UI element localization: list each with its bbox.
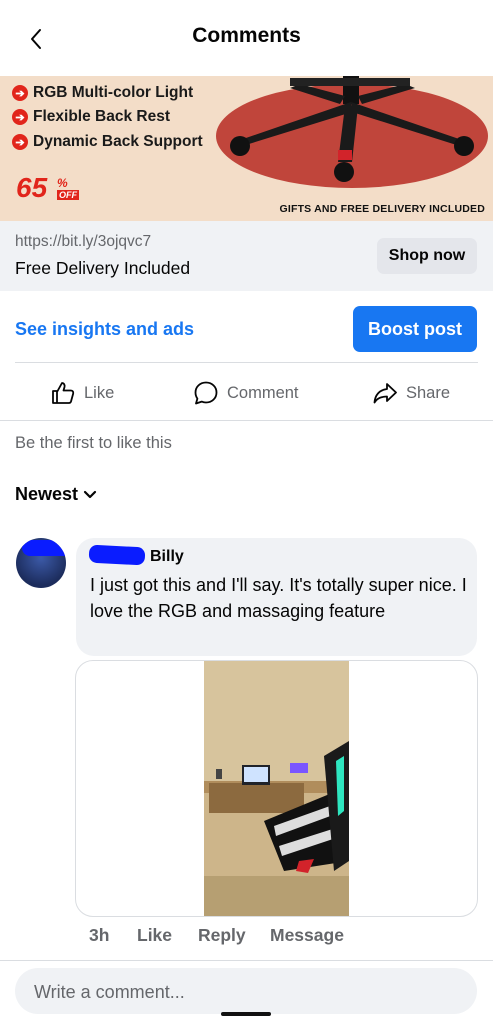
divider — [0, 960, 493, 961]
arrow-right-icon: ➔ — [12, 85, 28, 101]
see-insights-link[interactable]: See insights and ads — [15, 319, 194, 340]
room-photo-image — [204, 661, 349, 916]
redaction-scribble — [88, 544, 146, 566]
comment-text: I just got this and I'll say. It's total… — [90, 575, 467, 621]
ad-feature-2: ➔ Flexible Back Rest — [12, 108, 170, 126]
thumbs-up-icon — [52, 382, 75, 404]
comment-button[interactable]: Comment — [193, 378, 299, 408]
page-title: Comments — [192, 24, 301, 47]
ad-feature-3: ➔ Dynamic Back Support — [12, 133, 203, 151]
comment-input[interactable] — [32, 968, 456, 1016]
comment-time: 3h — [89, 925, 110, 945]
home-indicator — [221, 1012, 271, 1016]
shop-now-button[interactable]: Shop now — [377, 238, 477, 274]
chevron-down-icon — [83, 490, 97, 498]
top-bar: Comments — [0, 0, 493, 76]
comment-like-button[interactable]: Like — [137, 925, 172, 946]
ad-banner-image[interactable]: ➔ RGB Multi-color Light ➔ Flexible Back … — [0, 76, 493, 221]
arrow-right-icon: ➔ — [12, 134, 28, 150]
arrow-right-icon: ➔ — [12, 109, 28, 125]
divider — [15, 362, 478, 363]
link-title: Free Delivery Included — [15, 258, 191, 278]
share-button[interactable]: Share — [372, 378, 450, 408]
comment-photo[interactable] — [204, 661, 349, 916]
discount-badge: 65 % OFF — [16, 172, 79, 203]
comment-attachment[interactable] — [75, 660, 478, 917]
comment-message-button[interactable]: Message — [270, 925, 344, 946]
link-preview[interactable]: https://bit.ly/3ojqvc7 Free Delivery Inc… — [0, 221, 493, 291]
boost-post-button[interactable]: Boost post — [353, 306, 477, 352]
avatar[interactable] — [16, 538, 66, 588]
reactions-summary: Be the first to like this — [15, 434, 172, 452]
comment-reply-button[interactable]: Reply — [198, 925, 246, 946]
comment-composer[interactable] — [15, 968, 477, 1016]
like-button[interactable]: Like — [50, 378, 114, 408]
link-url: https://bit.ly/3ojqvc7 — [15, 233, 152, 250]
ad-tagline: GIFTS AND FREE DELIVERY INCLUDED — [279, 203, 485, 215]
ad-feature-1: ➔ RGB Multi-color Light — [12, 84, 193, 102]
divider — [0, 420, 493, 421]
comment-bubble-icon — [194, 381, 218, 405]
comment-bubble[interactable]: Billy I just got this and I'll say. It's… — [76, 538, 477, 656]
share-arrow-icon — [373, 383, 397, 404]
sort-dropdown[interactable]: Newest — [15, 484, 97, 505]
